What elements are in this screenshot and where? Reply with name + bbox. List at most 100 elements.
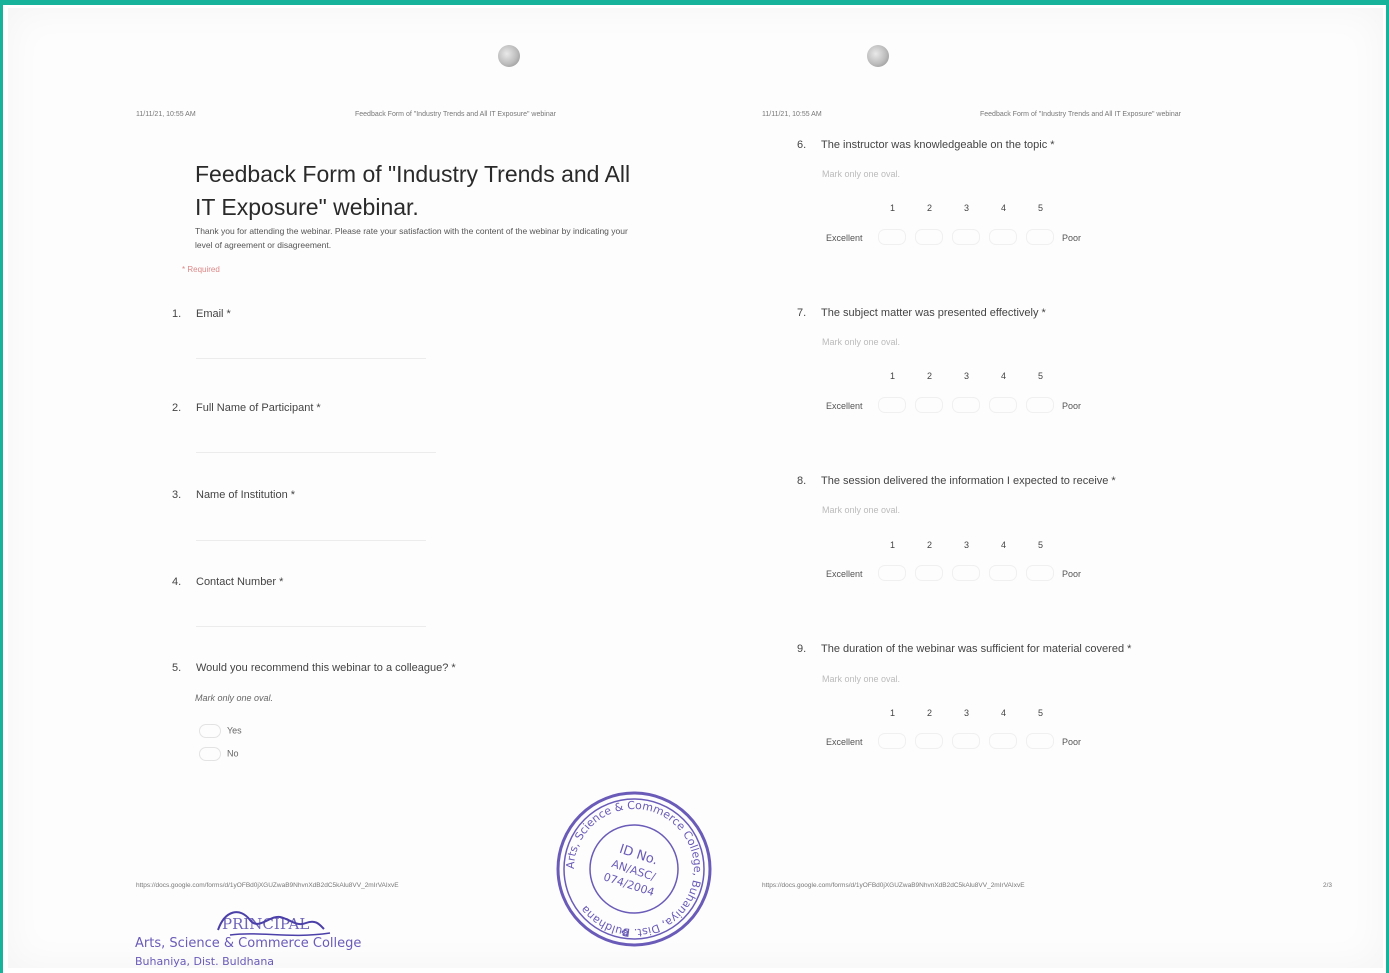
full-name-field[interactable] — [196, 452, 436, 453]
scale-oval-2[interactable] — [915, 733, 943, 749]
question-number: 6. — [797, 139, 807, 151]
institution-field[interactable] — [196, 540, 426, 541]
scale-number: 1 — [890, 708, 896, 718]
left-header-time: 11/11/21, 10:55 AM — [136, 111, 196, 118]
right-header-time: 11/11/21, 10:55 AM — [762, 111, 822, 118]
scale-oval-4[interactable] — [989, 733, 1017, 749]
option-label: No — [227, 748, 239, 759]
question-5: 5. Would you recommend this webinar to a … — [172, 662, 456, 674]
scale-oval-3[interactable] — [952, 733, 980, 749]
scale-oval-5[interactable] — [1026, 397, 1054, 413]
question-9: 9. The duration of the webinar was suffic… — [797, 643, 1131, 655]
question-label: Full Name of Participant * — [196, 402, 321, 414]
scale-oval-3[interactable] — [952, 565, 980, 581]
question-3: 3. Name of Institution * — [172, 489, 295, 501]
question-1: 1. Email * — [172, 308, 231, 320]
question-number: 5. — [172, 662, 182, 674]
scale-oval-3[interactable] — [952, 229, 980, 245]
scale-left-label: Excellent — [826, 737, 863, 747]
q6-scale-row: Excellent Poor — [826, 229, 1096, 247]
stamp-star-icon: ✿ — [621, 928, 629, 939]
q6-mark-note: Mark only one oval. — [822, 169, 901, 179]
question-number: 2. — [172, 402, 182, 414]
scale-number: 4 — [1001, 371, 1007, 381]
scale-number: 1 — [890, 371, 896, 381]
q9-scale-row: Excellent Poor — [826, 733, 1096, 751]
question-label: The session delivered the information I … — [821, 475, 1116, 487]
signature-underline — [229, 932, 331, 937]
scale-oval-1[interactable] — [878, 229, 906, 245]
scale-oval-5[interactable] — [1026, 733, 1054, 749]
scale-number: 5 — [1038, 708, 1044, 718]
scale-oval-4[interactable] — [989, 565, 1017, 581]
oval-group — [878, 229, 1058, 245]
radio-oval[interactable] — [199, 724, 221, 738]
scale-oval-5[interactable] — [1026, 229, 1054, 245]
scale-number: 3 — [964, 203, 970, 213]
scale-number: 4 — [1001, 203, 1007, 213]
question-label: Email * — [196, 308, 231, 320]
scale-oval-3[interactable] — [952, 397, 980, 413]
question-label: Contact Number * — [196, 576, 284, 588]
question-number: 8. — [797, 475, 807, 487]
scale-oval-4[interactable] — [989, 229, 1017, 245]
scale-left-label: Excellent — [826, 569, 863, 579]
scale-number: 4 — [1001, 708, 1007, 718]
question-number: 1. — [172, 308, 182, 320]
q8-scale-row: Excellent Poor — [826, 565, 1096, 583]
scale-oval-4[interactable] — [989, 397, 1017, 413]
oval-group — [878, 397, 1058, 413]
punch-hole-right — [867, 45, 889, 67]
oval-group — [878, 565, 1058, 581]
scale-oval-1[interactable] — [878, 565, 906, 581]
question-number: 9. — [797, 643, 807, 655]
scale-number: 2 — [927, 540, 933, 550]
scale-right-label: Poor — [1062, 737, 1082, 747]
scale-number: 4 — [1001, 540, 1007, 550]
radio-oval[interactable] — [199, 747, 221, 761]
scale-oval-1[interactable] — [878, 397, 906, 413]
question-number: 3. — [172, 489, 182, 501]
question-label: Name of Institution * — [196, 489, 296, 501]
principal-office-line-2: Buhaniya, Dist. Buldhana — [135, 955, 274, 968]
page-number: 2/3 — [1323, 882, 1333, 889]
scale-number: 5 — [1038, 540, 1044, 550]
question-label: The subject matter was presented effecti… — [821, 307, 1046, 319]
q5-option-yes[interactable]: Yes — [199, 724, 242, 738]
frame-top — [0, 0, 1389, 5]
question-2: 2. Full Name of Participant * — [172, 402, 321, 414]
scale-number: 2 — [927, 371, 933, 381]
contact-number-field[interactable] — [196, 626, 426, 627]
punch-hole-left — [498, 45, 520, 67]
email-field[interactable] — [196, 358, 426, 359]
scale-oval-5[interactable] — [1026, 565, 1054, 581]
question-label: Would you recommend this webinar to a co… — [196, 662, 456, 674]
right-header-title: Feedback Form of "Industry Trends and Al… — [980, 111, 1181, 118]
scale-oval-1[interactable] — [878, 733, 906, 749]
form-description: Thank you for attending the webinar. Ple… — [195, 226, 628, 250]
scale-left-label: Excellent — [826, 233, 863, 243]
question-4: 4. Contact Number * — [172, 576, 283, 588]
scale-number: 5 — [1038, 203, 1044, 213]
scale-left-label: Excellent — [826, 401, 863, 411]
scale-right-label: Poor — [1062, 233, 1082, 243]
scale-number: 3 — [964, 708, 970, 718]
q9-mark-note: Mark only one oval. — [822, 674, 901, 684]
q5-option-no[interactable]: No — [199, 747, 239, 761]
question-7: 7. The subject matter was presented effec… — [797, 307, 1046, 319]
question-8: 8. The session delivered the information … — [797, 475, 1116, 487]
scale-oval-2[interactable] — [915, 229, 943, 245]
scale-number: 3 — [964, 371, 970, 381]
required-note: * Required — [182, 265, 220, 274]
left-footer-url: https://docs.google.com/forms/d/1yOFBd0j… — [136, 882, 399, 889]
oval-group — [878, 733, 1058, 749]
q9-scale-numbers: 1 2 3 4 5 — [890, 708, 1050, 720]
scale-oval-2[interactable] — [915, 565, 943, 581]
scale-oval-2[interactable] — [915, 397, 943, 413]
question-number: 7. — [797, 307, 807, 319]
question-number: 4. — [172, 576, 182, 588]
principal-signature: PRINCIPAL Arts, Science & Commerce Colle… — [135, 911, 361, 968]
principal-office-line-1: Arts, Science & Commerce College — [135, 936, 361, 951]
right-footer-url: https://docs.google.com/forms/d/1yOFBd0j… — [762, 882, 1025, 889]
stamp-center-text: ID No. AN/ASC/ 074/2004 — [602, 842, 660, 899]
